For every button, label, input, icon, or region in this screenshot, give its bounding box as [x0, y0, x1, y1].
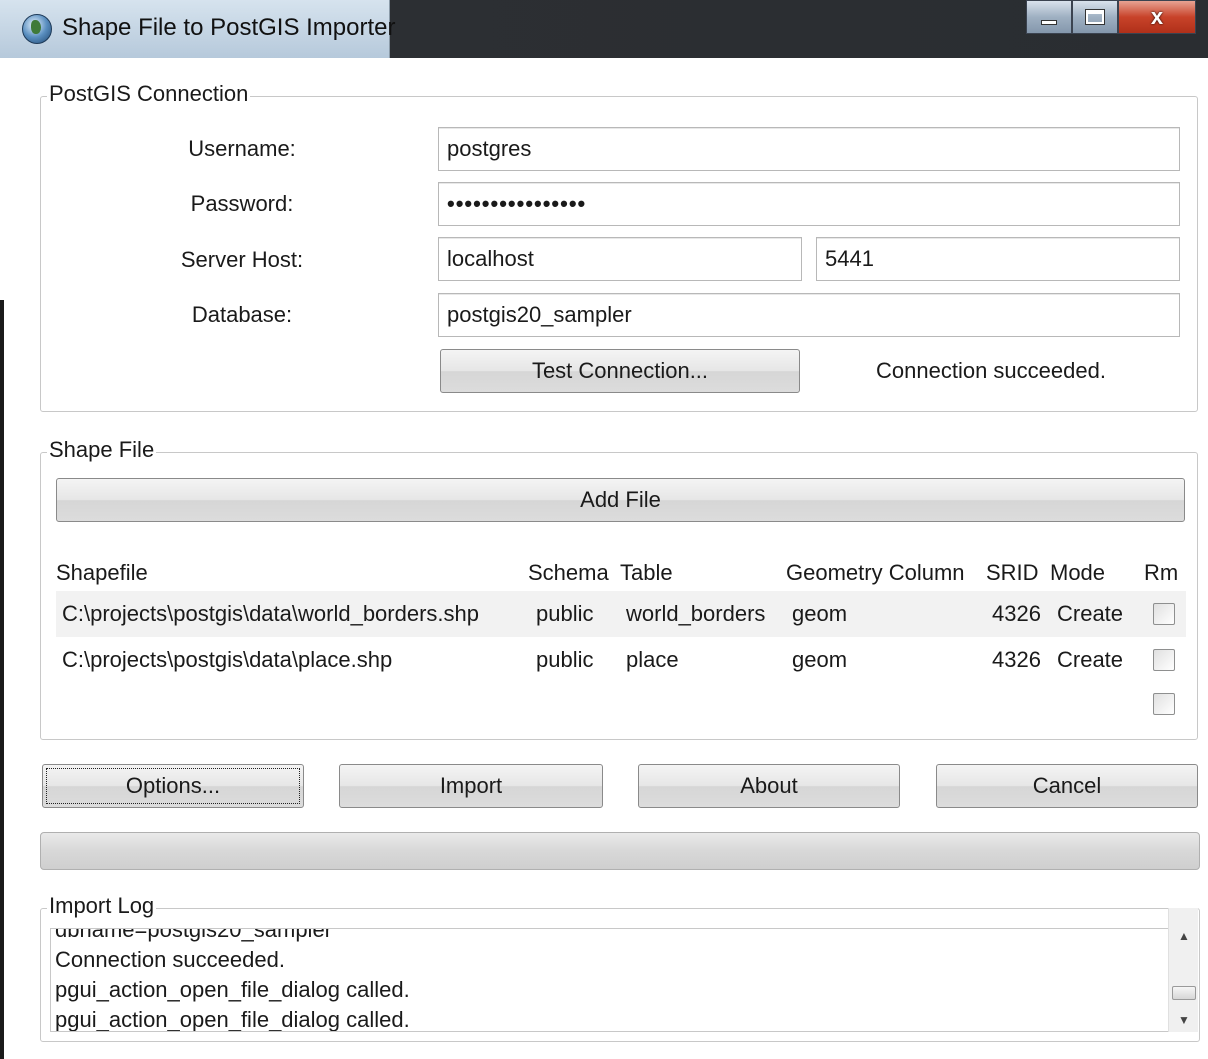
scroll-up-icon[interactable]: ▲: [1169, 924, 1199, 948]
cell-geometry-column: geom: [792, 647, 848, 672]
close-icon: x: [1150, 4, 1164, 29]
column-header-mode[interactable]: Mode: [1050, 560, 1105, 586]
database-label: Database:: [191, 302, 293, 327]
cell-table: world_borders: [626, 601, 766, 626]
cell-srid: 4326: [992, 601, 1041, 626]
postgis-app-icon: [22, 14, 52, 44]
connection-legend: PostGIS Connection: [47, 81, 251, 107]
connection-status: Connection succeeded.: [876, 358, 1106, 383]
column-header-table[interactable]: Table: [620, 560, 673, 586]
cell-mode: Create: [1057, 647, 1124, 672]
window-edge: [0, 300, 4, 1059]
column-header-shapefile[interactable]: Shapefile: [56, 560, 148, 586]
username-label: Username:: [188, 136, 296, 161]
column-header-srid[interactable]: SRID: [986, 560, 1039, 586]
column-header-rm[interactable]: Rm: [1144, 560, 1178, 586]
server-host-field[interactable]: localhost: [438, 237, 802, 281]
log-scrollbar[interactable]: ▲ ▼: [1168, 908, 1198, 1032]
username-field[interactable]: postgres: [438, 127, 1180, 171]
rm-checkbox[interactable]: [1153, 693, 1175, 715]
cell-schema: public: [536, 601, 594, 626]
maximize-button[interactable]: [1072, 0, 1118, 34]
password-field[interactable]: ••••••••••••••••: [438, 182, 1180, 226]
title-bar: Shape File to PostGIS Importer x: [0, 0, 1208, 58]
password-label: Password:: [190, 191, 294, 216]
shapefile-table-header: Shapefile Schema Table Geometry Column S…: [56, 556, 1186, 590]
scroll-thumb[interactable]: [1172, 986, 1196, 1000]
scroll-down-icon[interactable]: ▼: [1169, 1008, 1199, 1032]
cell-mode: Create: [1057, 601, 1124, 626]
log-line: pgui_action_open_file_dialog called.: [55, 977, 410, 1002]
cancel-button[interactable]: Cancel: [936, 764, 1198, 808]
cell-shapefile: C:\projects\postgis\data\place.shp: [62, 647, 393, 672]
cell-srid: 4326: [992, 647, 1041, 672]
minimize-icon: [1041, 19, 1057, 25]
import-button[interactable]: Import: [339, 764, 603, 808]
import-progress-bar: [40, 832, 1200, 870]
window-title: Shape File to PostGIS Importer: [62, 14, 396, 41]
table-row[interactable]: C:\projects\postgis\data\world_borders.s…: [56, 591, 1186, 637]
import-log-text[interactable]: dbname=postgis20_sampler Connection succ…: [50, 928, 1198, 1032]
database-field[interactable]: postgis20_sampler: [438, 293, 1180, 337]
port-field[interactable]: 5441: [816, 237, 1180, 281]
close-button[interactable]: x: [1118, 0, 1196, 34]
cell-geometry-column: geom: [792, 601, 848, 626]
add-file-button[interactable]: Add File: [56, 478, 1185, 522]
log-line: Connection succeeded.: [55, 947, 285, 972]
window-controls: x: [1026, 0, 1196, 36]
table-row-empty[interactable]: [56, 683, 1186, 723]
log-line: dbname=postgis20_sampler: [55, 928, 333, 942]
rm-checkbox[interactable]: [1153, 649, 1175, 671]
import-log-legend: Import Log: [47, 893, 157, 919]
log-lines: dbname=postgis20_sampler Connection succ…: [55, 928, 410, 1032]
table-row[interactable]: C:\projects\postgis\data\place.shp publi…: [56, 637, 1186, 683]
server-host-label: Server Host:: [180, 247, 304, 272]
rm-checkbox[interactable]: [1153, 603, 1175, 625]
log-line: pgui_action_open_file_dialog called.: [55, 1007, 410, 1032]
about-button[interactable]: About: [638, 764, 900, 808]
cell-shapefile: C:\projects\postgis\data\world_borders.s…: [62, 601, 479, 626]
minimize-button[interactable]: [1026, 0, 1072, 34]
column-header-geometry-column[interactable]: Geometry Column: [786, 560, 965, 586]
cell-table: place: [626, 647, 679, 672]
cell-schema: public: [536, 647, 594, 672]
test-connection-button[interactable]: Test Connection...: [440, 349, 800, 393]
column-header-schema[interactable]: Schema: [528, 560, 609, 586]
maximize-icon: [1085, 9, 1105, 25]
options-button[interactable]: Options...: [42, 764, 304, 808]
shape-file-legend: Shape File: [47, 437, 157, 463]
